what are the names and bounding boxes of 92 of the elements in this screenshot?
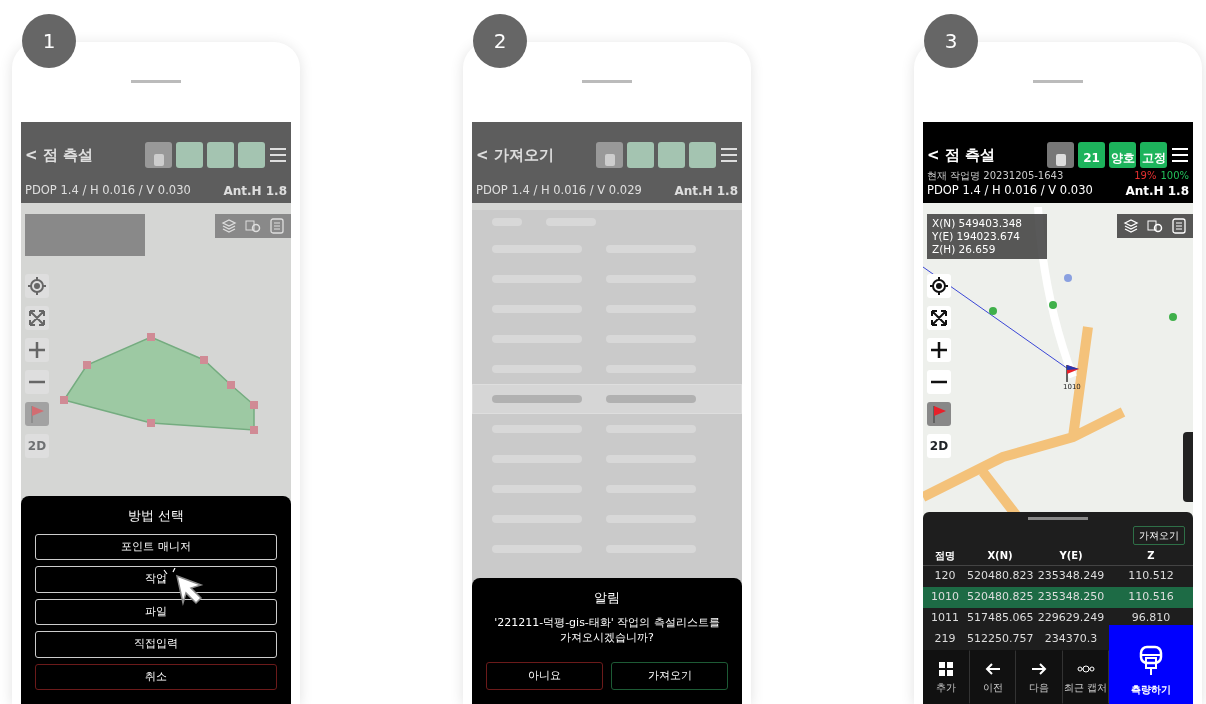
point-row[interactable]: 219 512250.757 234370.3 — [923, 629, 1109, 650]
table-cell-text: 235348.249 — [1036, 568, 1106, 585]
expand-button[interactable] — [927, 306, 951, 330]
grab-handle — [131, 80, 181, 83]
dialog-message: '221211-덕평-gis-태화' 작업의 측설리스트를 가져오시겠습니까? — [493, 615, 721, 646]
step-number: 2 — [473, 14, 527, 68]
precision-readout: PDOP 1.4 / H 0.016 / V 0.029 — [476, 182, 642, 199]
receiver-icon — [1138, 644, 1164, 676]
dialog-button[interactable]: 작업 — [35, 566, 277, 593]
grab-handle — [582, 80, 632, 83]
status-badge[interactable] — [176, 142, 203, 168]
status-badge[interactable] — [627, 142, 654, 168]
job-row[interactable] — [472, 384, 742, 414]
expand-icon — [930, 309, 948, 327]
side-handle[interactable] — [1183, 432, 1193, 502]
receiver-status[interactable] — [145, 142, 172, 168]
zoom-in-icon — [930, 341, 948, 359]
zoom-in-icon — [28, 341, 46, 359]
coordinate-value: X(N) 549403.348 — [932, 217, 1024, 230]
sheet-grip[interactable] — [1028, 517, 1088, 520]
table-cell-text: 234370.3 — [1043, 631, 1099, 648]
receiver-status[interactable] — [1047, 142, 1074, 168]
table-cell-text: 1010 — [930, 589, 960, 606]
status-badge[interactable] — [207, 142, 234, 168]
screen-title[interactable]: < 가져오기 — [476, 143, 554, 167]
zoom-out-icon — [930, 380, 948, 384]
flag-icon — [930, 405, 948, 423]
precision-readout: PDOP 1.4 / H 0.016 / V 0.030 — [25, 182, 191, 199]
import-button[interactable]: 가져오기 — [1133, 526, 1185, 545]
antenna-height: Ant.H 1.8 — [223, 183, 287, 200]
dialog-button[interactable]: 아니요 — [486, 661, 603, 690]
step-number: 3 — [924, 14, 978, 68]
table-cell-text: 1011 — [930, 610, 960, 627]
coordinate-value: Y(E) 194023.674 — [932, 230, 1022, 243]
dialog-button[interactable]: 직접입력 — [35, 631, 277, 658]
column-header: 점명 — [934, 548, 956, 563]
screen-title[interactable]: < 점 측설 — [927, 143, 995, 167]
view-mode-button[interactable]: 2D — [25, 434, 49, 458]
list-icon[interactable] — [1171, 218, 1187, 234]
antenna-height: Ant.H 1.8 — [674, 183, 738, 200]
table-cell: 520480.823 — [967, 568, 1033, 585]
dialog-button[interactable]: 파일 — [35, 598, 277, 625]
flag-icon — [28, 405, 46, 423]
table-cell-text: 110.512 — [1127, 568, 1175, 585]
locate-icon — [930, 277, 948, 295]
layers-icon[interactable] — [1123, 218, 1139, 234]
step-number: 1 — [22, 14, 76, 68]
dialog-button[interactable]: 취소 — [35, 663, 277, 690]
receiver-icon — [1054, 153, 1067, 167]
job-name: 현재 작업명 20231205-1643 — [927, 168, 1064, 183]
screen-title[interactable]: < 점 측설 — [25, 143, 93, 167]
table-cell-text: 219 — [933, 631, 957, 648]
dialog-title: 방법 선택 — [126, 507, 186, 525]
receiver-icon — [152, 153, 165, 167]
dialog-button[interactable]: 가져오기 — [611, 661, 728, 690]
point-row[interactable]: 1010 520480.825 235348.250 110.516 — [923, 587, 1193, 608]
plus-button[interactable] — [927, 338, 951, 362]
locate-icon — [28, 277, 46, 295]
precision-readout: PDOP 1.4 / H 0.016 / V 0.030 — [927, 182, 1093, 199]
table-cell-text: 110.516 — [1127, 589, 1175, 606]
dialog-button[interactable]: 포인트 매니저 — [35, 533, 277, 560]
table-cell-text: 235348.250 — [1036, 589, 1106, 606]
table-cell: 520480.825 — [967, 589, 1033, 606]
table-cell: 512250.757 — [967, 631, 1033, 648]
phone-battery: 100% — [1160, 168, 1189, 183]
toolbar-button[interactable]: 최근 캡처 — [1062, 650, 1109, 704]
grab-handle — [1033, 80, 1083, 83]
zoom-out-icon — [28, 380, 46, 384]
expand-icon — [28, 309, 46, 327]
menu-icon[interactable] — [1171, 147, 1189, 163]
locate-button[interactable] — [927, 274, 951, 298]
status-badge[interactable] — [658, 142, 685, 168]
flag-marker-icon — [1063, 364, 1080, 382]
antenna-height: Ant.H 1.8 — [1125, 183, 1189, 200]
view-mode-button[interactable]: 2D — [927, 434, 951, 458]
flag-tool-button[interactable] — [25, 402, 49, 426]
coordinate-value: Z(H) 26.659 — [932, 243, 997, 256]
receiver-battery: 19% — [1134, 168, 1157, 183]
measure-button[interactable]: 측량하기 — [1109, 625, 1193, 704]
dialog-title: 알림 — [593, 589, 621, 608]
receiver-icon — [603, 153, 616, 167]
column-header: X(N) — [986, 548, 1014, 563]
point-row[interactable]: 120 520480.823 235348.249 110.512 — [923, 566, 1193, 587]
column-header: Z — [1146, 548, 1156, 563]
table-cell-text: 120 — [933, 568, 957, 585]
flag-tool-button[interactable] — [927, 402, 951, 426]
column-header: Y(E) — [1058, 548, 1084, 563]
table-cell-text: 229629.249 — [1036, 610, 1106, 627]
table-cell-text: 96.810 — [1130, 610, 1172, 627]
minus-button[interactable] — [927, 370, 951, 394]
receiver-status[interactable] — [596, 142, 623, 168]
table-cell: 517485.065 — [967, 610, 1033, 627]
